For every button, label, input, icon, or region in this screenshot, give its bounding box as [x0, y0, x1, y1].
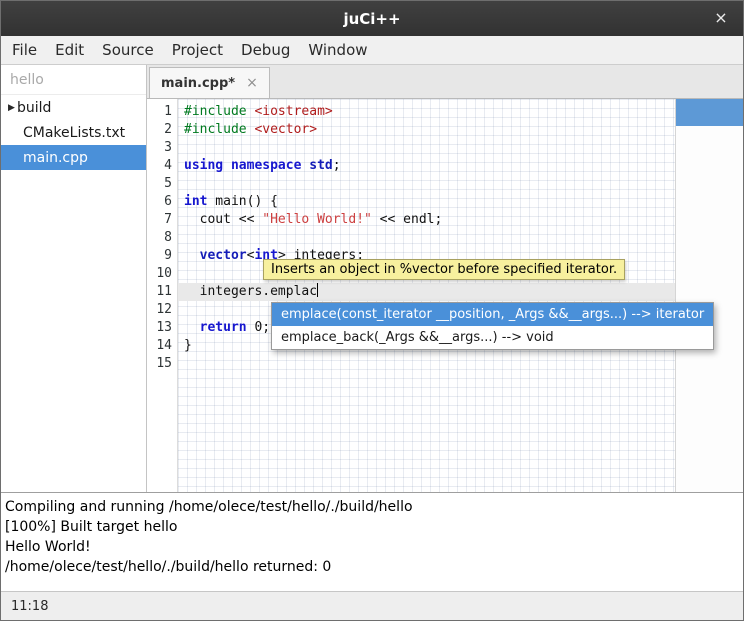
minimap-slider[interactable]: [676, 99, 743, 126]
completion-item-0[interactable]: emplace(const_iterator __position, _Args…: [272, 303, 713, 326]
code-line-6[interactable]: int main() {: [178, 193, 675, 211]
line-number: 6: [147, 193, 177, 211]
menu-debug[interactable]: Debug: [232, 37, 299, 63]
tab-close-icon[interactable]: ×: [246, 75, 258, 91]
tree-item-build[interactable]: ▶build: [1, 95, 146, 120]
file-browser-sidebar: hello ▶build CMakeLists.txt main.cpp: [1, 65, 147, 492]
terminal-output-panel: Compiling and running /home/olece/test/h…: [1, 492, 743, 591]
output-line: Compiling and running /home/olece/test/h…: [5, 497, 743, 517]
line-number: 5: [147, 175, 177, 193]
menu-source[interactable]: Source: [93, 37, 163, 63]
line-number: 15: [147, 355, 177, 373]
line-number: 9: [147, 247, 177, 265]
code-line-8[interactable]: [178, 229, 675, 247]
line-number: 2: [147, 121, 177, 139]
autocomplete-popup: emplace(const_iterator __position, _Args…: [271, 302, 714, 350]
menu-edit[interactable]: Edit: [46, 37, 93, 63]
code-line-1[interactable]: #include <iostream>: [178, 103, 675, 121]
line-number: 3: [147, 139, 177, 157]
main-area: hello ▶build CMakeLists.txt main.cpp main.…: [1, 65, 743, 492]
tab-bar: main.cpp* ×: [147, 65, 743, 99]
menu-project[interactable]: Project: [163, 37, 232, 63]
line-number-gutter: 123456789101112131415: [147, 99, 178, 492]
line-number: 10: [147, 265, 177, 283]
line-number: 11: [147, 283, 177, 301]
code-area[interactable]: #include <iostream>#include <vector> usin…: [178, 99, 675, 492]
line-number: 7: [147, 211, 177, 229]
expander-icon[interactable]: ▶: [1, 103, 17, 113]
source-editor: 123456789101112131415 #include <iostream…: [147, 99, 743, 492]
cursor-position: 11:18: [11, 599, 48, 614]
title-bar[interactable]: juCi++ ×: [1, 1, 743, 36]
tab-main-cpp[interactable]: main.cpp* ×: [149, 67, 270, 98]
tab-label: main.cpp*: [161, 76, 235, 91]
source-minimap[interactable]: [675, 99, 743, 492]
code-line-4[interactable]: using namespace std;: [178, 157, 675, 175]
line-number: 1: [147, 103, 177, 121]
doc-tooltip: Inserts an object in %vector before spec…: [263, 259, 625, 280]
line-number: 4: [147, 157, 177, 175]
tree-item-label: build: [17, 100, 51, 116]
code-line-2[interactable]: #include <vector>: [178, 121, 675, 139]
text-cursor: [317, 283, 318, 297]
file-tree: ▶build CMakeLists.txt main.cpp: [1, 95, 146, 170]
project-name: hello: [1, 65, 146, 95]
completion-item-1[interactable]: emplace_back(_Args &&__args...) --> void: [272, 326, 713, 349]
menu-bar: FileEditSourceProjectDebugWindow: [1, 36, 743, 65]
tree-item-main-cpp[interactable]: main.cpp: [1, 145, 146, 170]
tree-item-label: main.cpp: [23, 150, 88, 166]
tree-item-cmakelists-txt[interactable]: CMakeLists.txt: [1, 120, 146, 145]
line-number: 8: [147, 229, 177, 247]
status-bar: 11:18: [1, 591, 743, 620]
tree-item-label: CMakeLists.txt: [23, 125, 125, 141]
window-title: juCi++: [343, 10, 400, 28]
code-line-5[interactable]: [178, 175, 675, 193]
output-line: Hello World!: [5, 537, 743, 557]
editor-pane: main.cpp* × 123456789101112131415 #inclu…: [147, 65, 743, 492]
code-line-11[interactable]: integers.emplac: [178, 283, 675, 301]
code-line-3[interactable]: [178, 139, 675, 157]
close-window-icon[interactable]: ×: [711, 8, 731, 28]
menu-window[interactable]: Window: [299, 37, 376, 63]
line-number: 13: [147, 319, 177, 337]
line-number: 12: [147, 301, 177, 319]
code-line-15[interactable]: [178, 355, 675, 373]
app-window: juCi++ × FileEditSourceProjectDebugWindo…: [0, 0, 744, 621]
output-line: [100%] Built target hello: [5, 517, 743, 537]
menu-file[interactable]: File: [3, 37, 46, 63]
output-line: /home/olece/test/hello/./build/hello ret…: [5, 557, 743, 577]
line-number: 14: [147, 337, 177, 355]
code-line-7[interactable]: cout << "Hello World!" << endl;: [178, 211, 675, 229]
